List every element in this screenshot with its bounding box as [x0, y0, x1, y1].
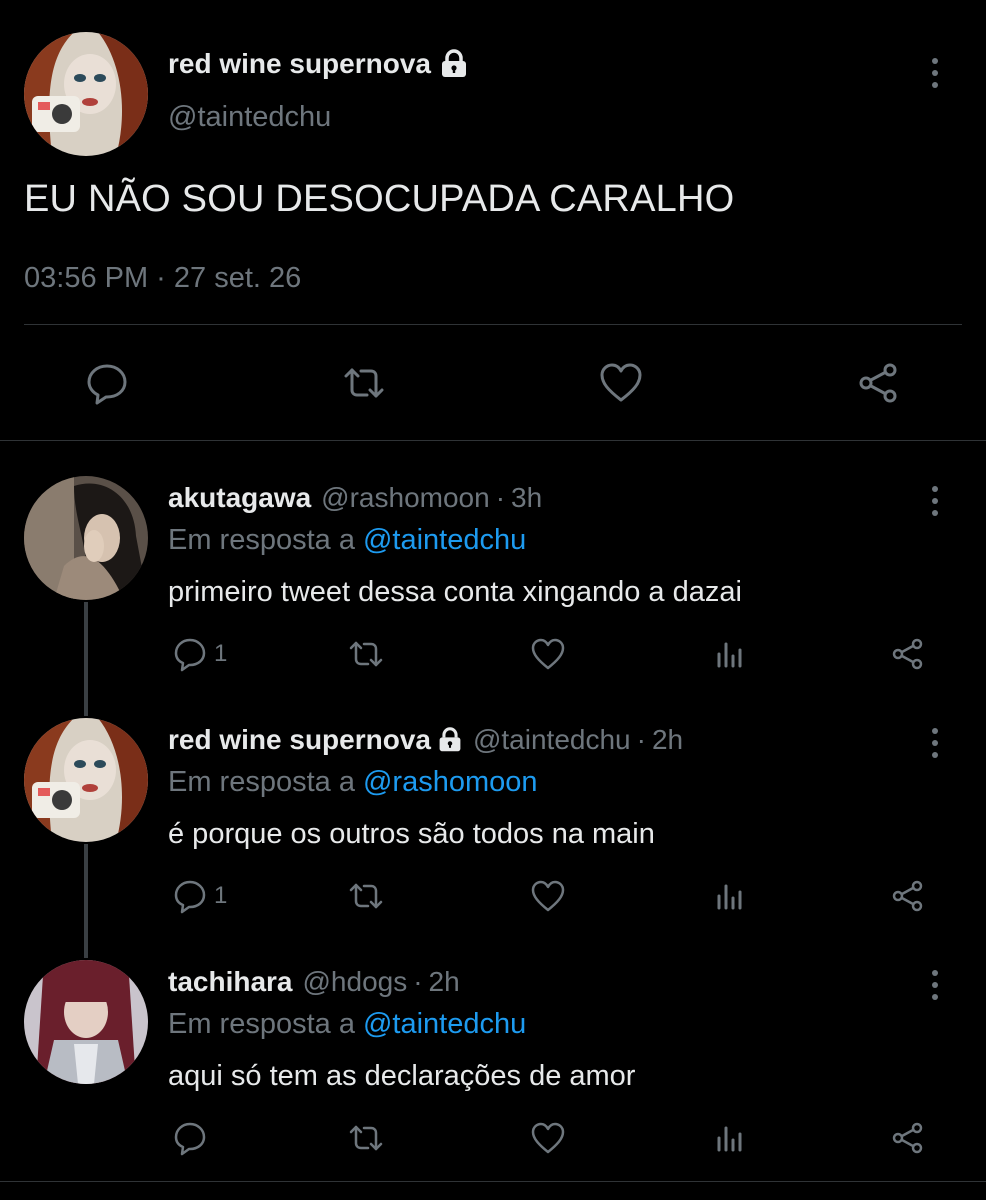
avatar[interactable]	[24, 476, 148, 600]
separator: ·	[413, 966, 423, 997]
handle[interactable]: @hdogs	[303, 966, 408, 998]
replying-to: Em resposta a @taintedchu	[168, 1008, 526, 1041]
avatar[interactable]	[24, 718, 148, 842]
reply-icon[interactable]	[172, 1120, 208, 1156]
more-options-icon[interactable]	[923, 56, 947, 90]
display-name[interactable]: akutagawa	[168, 482, 311, 514]
timestamp[interactable]: 2h	[652, 724, 683, 756]
reply-header: tachihara @hdogs · 2h	[168, 966, 460, 998]
analytics-icon[interactable]	[712, 878, 748, 914]
reply-prefix: Em resposta a	[168, 524, 355, 556]
share-icon[interactable]	[856, 360, 902, 406]
mention-link[interactable]: @rashomoon	[363, 766, 538, 798]
main-avatar[interactable]	[24, 32, 148, 156]
analytics-icon[interactable]	[712, 636, 748, 672]
reply-icon[interactable]	[172, 878, 208, 914]
replying-to: Em resposta a @taintedchu	[168, 524, 526, 557]
reply-tweet[interactable]: red wine supernova @taintedchu · 2h Em r…	[0, 718, 986, 948]
reply-text: é porque os outros são todos na main	[168, 818, 655, 850]
display-name[interactable]: red wine supernova	[168, 724, 431, 756]
action-bar: 1	[168, 878, 948, 918]
reply-icon[interactable]	[84, 360, 130, 406]
lock-icon	[439, 49, 469, 79]
analytics-icon[interactable]	[712, 1120, 748, 1156]
retweet-icon[interactable]	[341, 360, 387, 406]
reply-icon[interactable]	[172, 636, 208, 672]
mention-link[interactable]: @taintedchu	[363, 524, 526, 556]
reply-count: 1	[214, 882, 228, 909]
reply-header: red wine supernova @taintedchu · 2h	[168, 724, 683, 756]
like-icon[interactable]	[598, 360, 644, 406]
main-handle[interactable]: @taintedchu	[168, 101, 331, 134]
divider	[0, 1181, 986, 1182]
share-icon[interactable]	[890, 1120, 926, 1156]
separator: ·	[495, 482, 506, 513]
reply-header: akutagawa @rashomoon · 3h	[168, 482, 542, 514]
reply-count: 1	[214, 640, 228, 667]
timestamp[interactable]: 2h	[429, 966, 460, 998]
retweet-icon[interactable]	[348, 878, 384, 914]
handle[interactable]: @taintedchu	[473, 724, 631, 756]
separator: ·	[636, 724, 646, 755]
reply-text: primeiro tweet dessa conta xingando a da…	[168, 576, 742, 608]
avatar[interactable]	[24, 960, 148, 1084]
like-icon[interactable]	[530, 878, 566, 914]
share-icon[interactable]	[890, 636, 926, 672]
reply-prefix: Em resposta a	[168, 1008, 355, 1040]
main-tweet-timestamp[interactable]: 03:56 PM · 27 set. 26	[24, 262, 301, 295]
more-options-icon[interactable]	[923, 968, 947, 1002]
retweet-icon[interactable]	[348, 636, 384, 672]
lock-icon	[437, 727, 463, 753]
share-icon[interactable]	[890, 878, 926, 914]
reply-prefix: Em resposta a	[168, 766, 355, 798]
divider	[24, 324, 962, 325]
like-icon[interactable]	[530, 1120, 566, 1156]
main-display-name-text[interactable]: red wine supernova	[168, 48, 431, 80]
timestamp[interactable]: 3h	[511, 482, 542, 514]
retweet-icon[interactable]	[348, 1120, 384, 1156]
more-options-icon[interactable]	[923, 484, 947, 518]
action-bar: 1	[168, 636, 948, 676]
main-display-name[interactable]: red wine supernova	[168, 48, 469, 80]
divider	[0, 440, 986, 441]
more-options-icon[interactable]	[923, 726, 947, 760]
reply-tweet[interactable]: tachihara @hdogs · 2h Em resposta a @tain…	[0, 960, 986, 1180]
main-tweet-text: EU NÃO SOU DESOCUPADA CARALHO	[24, 178, 735, 220]
display-name[interactable]: tachihara	[168, 966, 293, 998]
like-icon[interactable]	[530, 636, 566, 672]
action-bar	[168, 1120, 948, 1160]
reply-text: aqui só tem as declarações de amor	[168, 1060, 636, 1092]
handle[interactable]: @rashomoon	[321, 482, 490, 514]
replying-to: Em resposta a @rashomoon	[168, 766, 538, 799]
reply-tweet[interactable]: akutagawa @rashomoon · 3h Em resposta a @…	[0, 476, 986, 706]
mention-link[interactable]: @taintedchu	[363, 1008, 526, 1040]
